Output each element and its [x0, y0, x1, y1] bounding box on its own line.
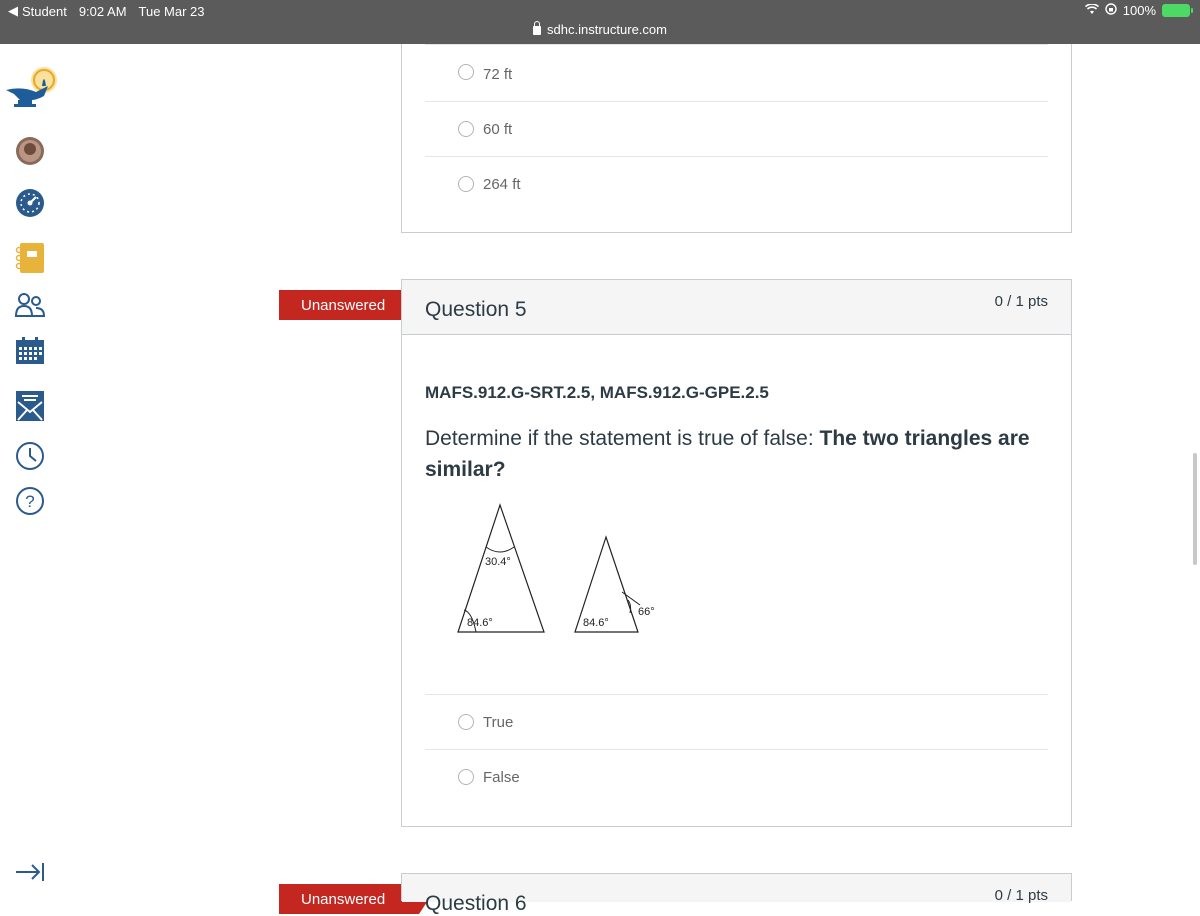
radio-button[interactable]	[458, 714, 474, 730]
inbox-icon[interactable]	[14, 390, 46, 422]
status-bar-left: ◀ Student 9:02 AM Tue Mar 23	[8, 3, 205, 19]
flag-label: Unanswered	[301, 890, 386, 908]
calendar-icon[interactable]	[14, 335, 46, 367]
answer-option[interactable]: False	[425, 749, 1048, 804]
answer-label: 264 ft	[483, 176, 521, 193]
avatar[interactable]	[14, 135, 46, 167]
battery-charging-icon	[1162, 4, 1193, 17]
triangle-1-top-angle: 30.4°	[485, 556, 511, 568]
radio-button[interactable]	[458, 176, 474, 192]
prompt-text: Determine if the statement is true of fa…	[425, 427, 820, 450]
radio-button[interactable]	[458, 121, 474, 137]
question-standards: MAFS.912.G-SRT.2.5, MAFS.912.G-GPE.2.5	[425, 383, 769, 402]
status-time: 9:02 AM	[78, 3, 127, 19]
question-points: 0 / 1 pts	[994, 293, 1048, 310]
question-5-card: Question 5 0 / 1 pts MAFS.912.G-SRT.2.5,…	[401, 279, 1072, 827]
lock-icon	[533, 21, 542, 35]
question-title: Question 6	[425, 892, 527, 915]
status-bar-right: 100%	[1084, 3, 1193, 18]
browser-top-bar: ◀ Student 9:02 AM Tue Mar 23 100% sdhc.i…	[0, 0, 1200, 44]
collapse-nav-icon[interactable]	[14, 856, 46, 888]
question-prompt: Determine if the statement is true of fa…	[425, 423, 1045, 485]
answer-option[interactable]: 60 ft	[425, 101, 1048, 156]
question-title: Question 5	[425, 298, 527, 321]
answer-option[interactable]: 72 ft	[425, 44, 1048, 101]
groups-icon[interactable]	[14, 289, 46, 321]
question-header: Question 6 0 / 1 pts	[402, 874, 1071, 915]
lamp-logo-icon[interactable]	[4, 64, 60, 110]
answer-label: 60 ft	[483, 121, 513, 138]
orientation-lock-icon	[1105, 3, 1117, 18]
answer-label: 72 ft	[483, 66, 513, 83]
triangle-2-exterior-angle: 66°	[638, 606, 655, 618]
battery-percent: 100%	[1122, 3, 1156, 18]
triangle-1-left-angle: 84.6°	[467, 617, 493, 629]
answer-option[interactable]: True	[425, 694, 1048, 749]
flag-label: Unanswered	[301, 296, 386, 314]
global-nav: ?	[0, 44, 60, 901]
question-points: 0 / 1 pts	[994, 887, 1048, 904]
page-scrollbar[interactable]	[1193, 453, 1197, 565]
dashboard-icon[interactable]	[14, 187, 46, 219]
question-header: Question 5 0 / 1 pts	[402, 280, 1071, 335]
unanswered-flag: Unanswered	[279, 884, 429, 914]
triangles-figure: 30.4° 84.6° 84.6° 66°	[442, 495, 672, 640]
back-to-app[interactable]: ◀ Student	[8, 3, 67, 19]
triangle-2-left-angle: 84.6°	[583, 617, 609, 629]
question-6-card: Question 6 0 / 1 pts	[401, 873, 1072, 915]
question-body: MAFS.912.G-SRT.2.5, MAFS.912.G-GPE.2.5 D…	[402, 335, 1071, 694]
back-triangle-icon: ◀	[8, 3, 18, 18]
status-date: Tue Mar 23	[138, 3, 205, 19]
unanswered-flag: Unanswered	[279, 290, 429, 320]
answer-option[interactable]: 264 ft	[425, 156, 1048, 211]
answer-label: False	[483, 769, 520, 786]
answer-label: True	[483, 714, 514, 731]
courses-icon[interactable]	[14, 242, 46, 274]
radio-button[interactable]	[458, 769, 474, 785]
history-icon[interactable]	[14, 440, 46, 472]
svg-text:?: ?	[25, 492, 34, 511]
question-4-card: 72 ft 60 ft 264 ft	[401, 44, 1072, 233]
wifi-icon	[1084, 3, 1099, 18]
back-app-label: Student	[22, 3, 67, 19]
radio-button[interactable]	[458, 64, 474, 80]
url-text: sdhc.instructure.com	[547, 22, 667, 37]
address-bar[interactable]: sdhc.instructure.com	[0, 21, 1200, 37]
triangle-1	[457, 503, 545, 633]
help-icon[interactable]: ?	[14, 485, 46, 517]
